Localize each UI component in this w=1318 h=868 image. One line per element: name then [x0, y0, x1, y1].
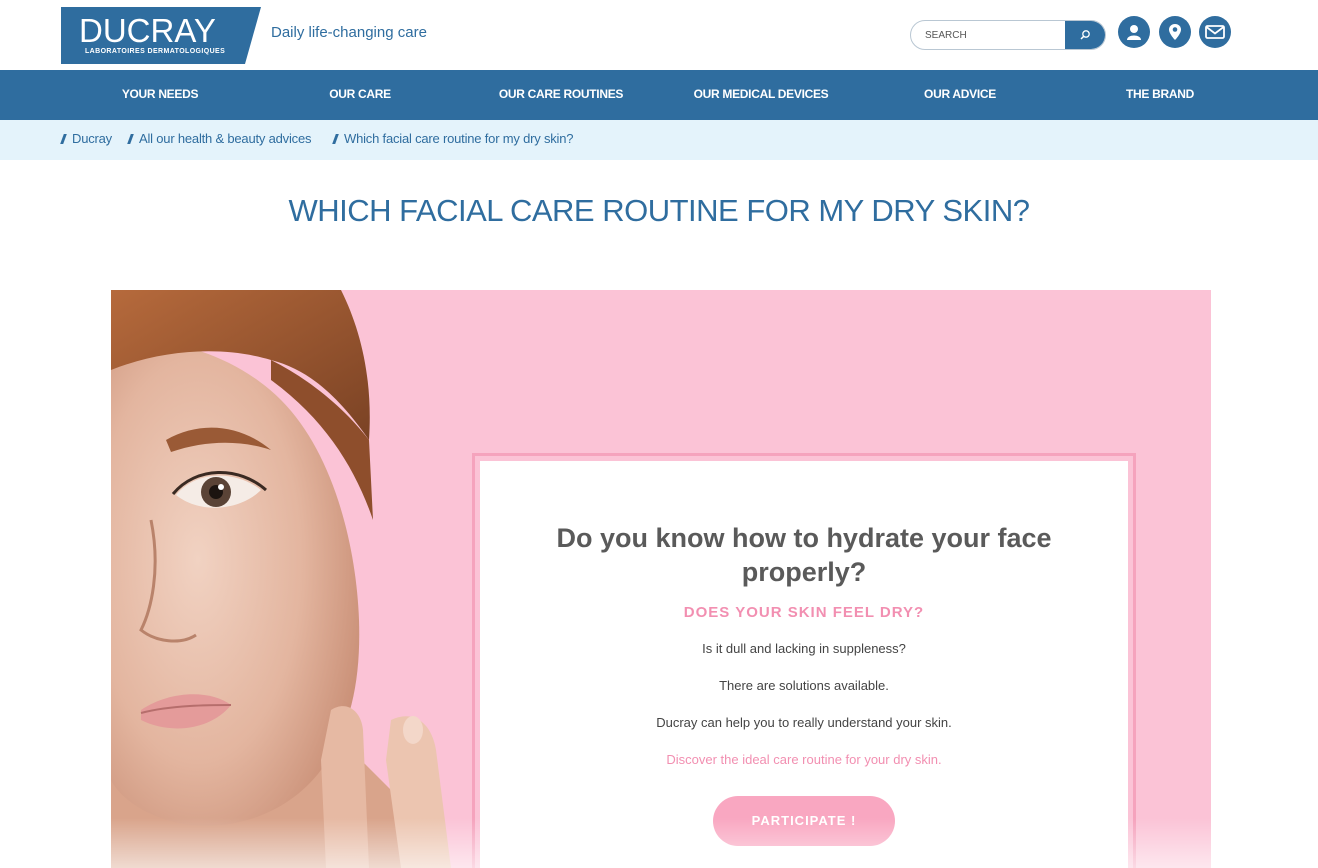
nav-our-advice[interactable]: OUR ADVICE	[900, 70, 1020, 120]
breadcrumb-label: Ducray	[72, 131, 112, 146]
breadcrumb-separator	[332, 134, 339, 144]
site-header: DUCRAY LABORATOIRES DERMATOLOGIQUES Dail…	[0, 0, 1318, 70]
woman-face-image	[111, 290, 471, 868]
logo-subtitle: LABORATOIRES DERMATOLOGIQUES	[85, 48, 226, 55]
card-title: Do you know how to hydrate your face pro…	[556, 523, 1052, 587]
breadcrumb-item-advices[interactable]: All our health & beauty advices	[127, 131, 312, 146]
nav-our-care[interactable]: OUR CARE	[300, 70, 420, 120]
breadcrumb-item-home[interactable]: Ducray	[60, 131, 112, 146]
breadcrumb-label: Which facial care routine for my dry ski…	[344, 131, 574, 146]
search-icon	[1080, 30, 1090, 40]
contact-button[interactable]	[1199, 16, 1231, 48]
search-box	[910, 20, 1106, 50]
store-locator-button[interactable]	[1159, 16, 1191, 48]
logo-wordmark: DUCRAY	[79, 12, 216, 49]
breadcrumb-separator	[60, 134, 67, 144]
card-text-line: Ducray can help you to really understand…	[656, 715, 952, 730]
nav-our-medical-devices[interactable]: OUR MEDICAL DEVICES	[676, 70, 846, 120]
quiz-card: Do you know how to hydrate your face pro…	[480, 461, 1128, 868]
card-discover-text: Discover the ideal care routine for your…	[666, 752, 942, 767]
account-button[interactable]	[1118, 16, 1150, 48]
nav-our-care-routines[interactable]: OUR CARE ROUTINES	[486, 70, 636, 120]
ducray-logo[interactable]: DUCRAY LABORATOIRES DERMATOLOGIQUES	[61, 7, 261, 64]
breadcrumb-separator	[127, 134, 134, 144]
main-nav: YOUR NEEDS OUR CARE OUR CARE ROUTINES OU…	[0, 70, 1318, 120]
tagline: Daily life-changing care	[271, 24, 427, 41]
page-title: WHICH FACIAL CARE ROUTINE FOR MY DRY SKI…	[288, 193, 1030, 228]
breadcrumb-item-current: Which facial care routine for my dry ski…	[332, 131, 574, 146]
nav-the-brand[interactable]: THE BRAND	[1100, 70, 1220, 120]
user-icon	[1127, 25, 1141, 40]
hero-banner: Do you know how to hydrate your face pro…	[111, 290, 1211, 868]
mail-icon	[1205, 25, 1225, 39]
search-button[interactable]	[1065, 21, 1105, 49]
card-text-line: Is it dull and lacking in suppleness?	[702, 641, 906, 656]
nav-your-needs[interactable]: YOUR NEEDS	[100, 70, 220, 120]
search-input[interactable]	[911, 21, 1067, 49]
card-text-line: There are solutions available.	[719, 678, 889, 693]
breadcrumb-label: All our health & beauty advices	[139, 131, 312, 146]
location-pin-icon	[1169, 24, 1181, 40]
participate-button[interactable]: PARTICIPATE !	[713, 796, 895, 846]
card-subtitle: DOES YOUR SKIN FEEL DRY?	[683, 604, 925, 621]
breadcrumb: Ducray All our health & beauty advices W…	[0, 120, 1318, 160]
